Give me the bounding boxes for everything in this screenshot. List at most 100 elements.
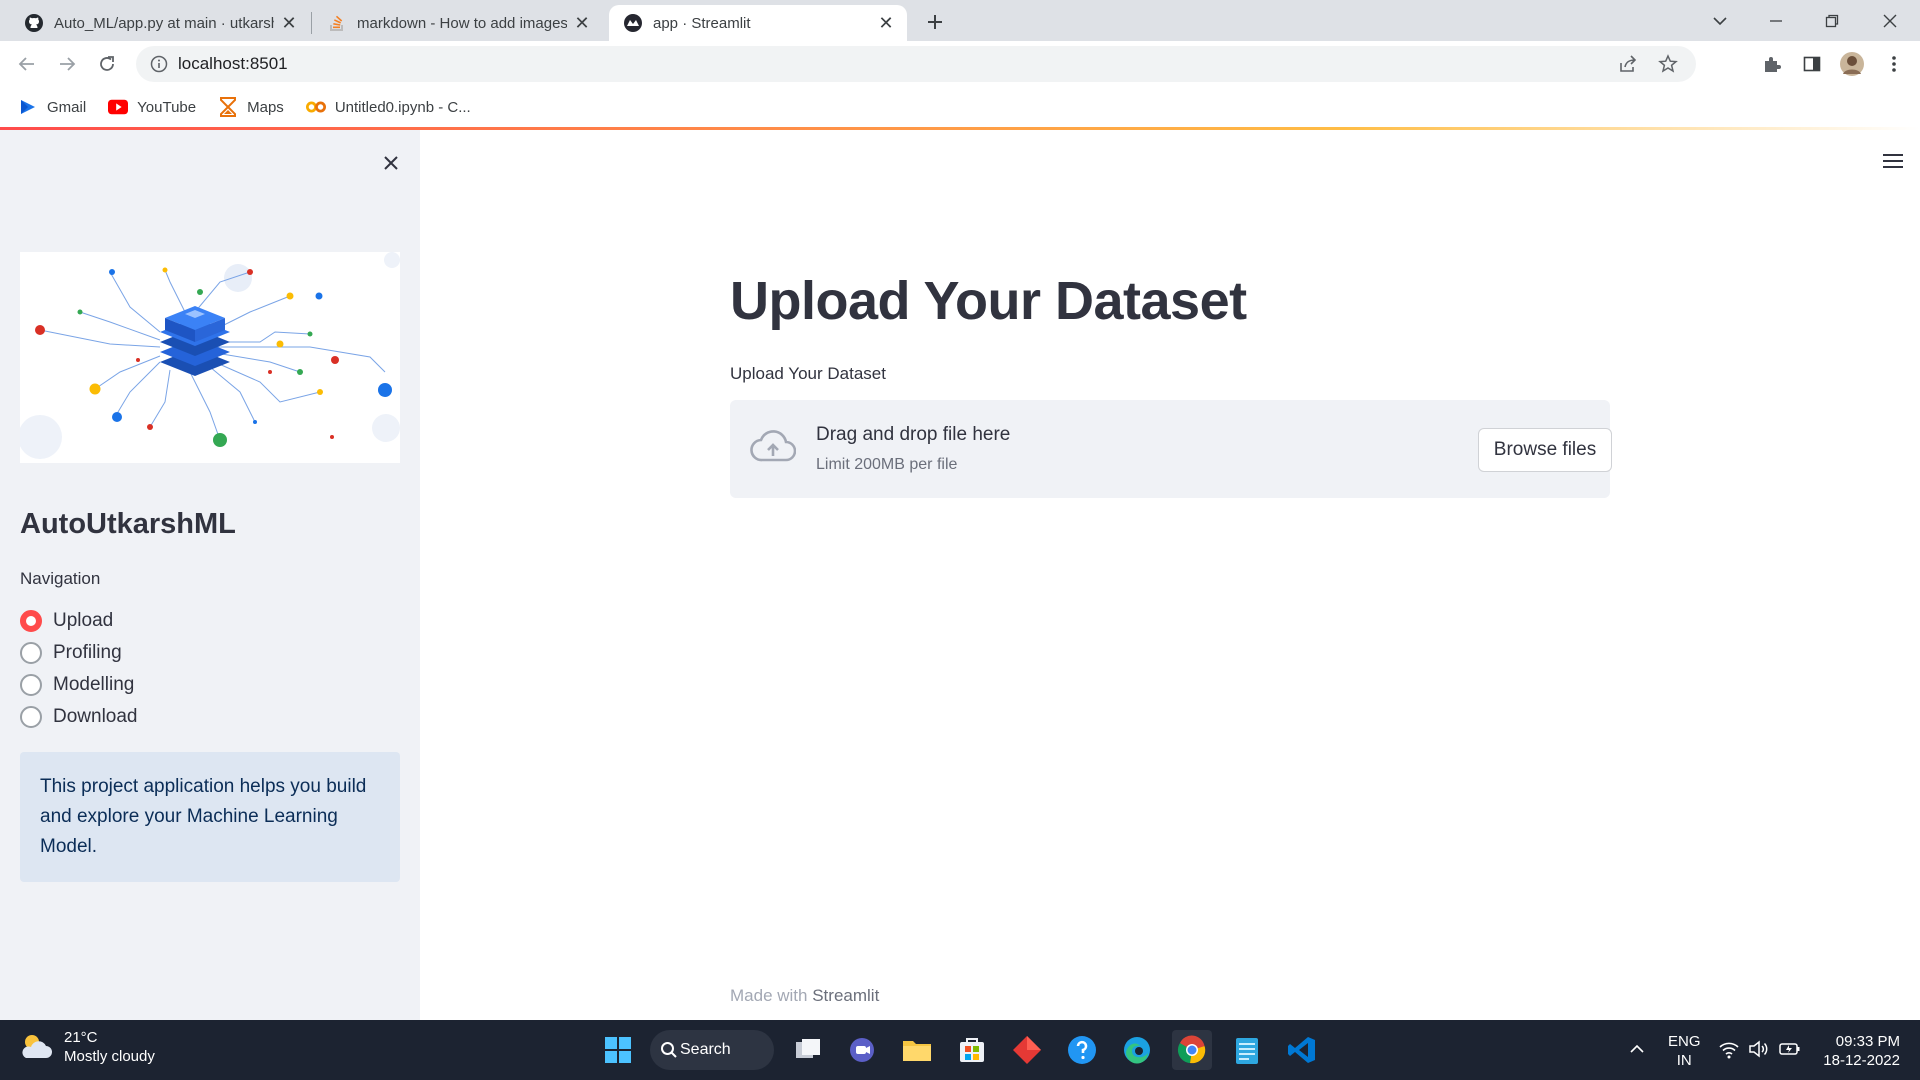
region-code: IN: [1676, 1052, 1692, 1069]
close-tab-icon[interactable]: ✕: [280, 14, 298, 32]
arrow-right-icon: [60, 57, 76, 71]
language-code: ENG: [1668, 1033, 1701, 1050]
bookmark-gmail[interactable]: Gmail: [18, 97, 86, 117]
footer: Made with Streamlit: [730, 986, 879, 1006]
tab-strip: Auto_ML/app.py at main · utkarsh ✕ markd…: [0, 0, 1920, 41]
microsoft-store-button[interactable]: [952, 1030, 992, 1070]
language-indicator[interactable]: ENG IN: [1668, 1032, 1701, 1070]
restore-icon: [1825, 14, 1839, 27]
bookmark-maps[interactable]: Maps: [218, 97, 284, 117]
address-bar[interactable]: localhost:8501: [136, 46, 1696, 82]
app-red-diamond-button[interactable]: [1007, 1030, 1047, 1070]
radio-option-profiling[interactable]: Profiling: [20, 639, 122, 667]
restore-button[interactable]: [1804, 0, 1860, 41]
chevron-up-icon: [1630, 1044, 1644, 1053]
reload-icon: [100, 56, 114, 71]
folder-icon: [903, 1041, 931, 1061]
tab-title: markdown - How to add images: [357, 14, 567, 32]
info-icon[interactable]: [150, 55, 168, 73]
start-button[interactable]: [598, 1030, 638, 1070]
chat-icon: [850, 1038, 874, 1062]
date: 18-12-2022: [1823, 1052, 1900, 1069]
streamlit-link[interactable]: Streamlit: [812, 986, 879, 1005]
menu-button[interactable]: [1880, 50, 1908, 78]
new-tab-button[interactable]: [922, 9, 948, 35]
avatar-icon: [1840, 52, 1864, 76]
taskbar-search[interactable]: Search: [650, 1030, 774, 1070]
tab-title: Auto_ML/app.py at main · utkarsh: [54, 14, 274, 32]
radio-icon[interactable]: [20, 642, 42, 664]
chrome-button[interactable]: [1172, 1030, 1212, 1070]
side-panel-icon: [1803, 56, 1821, 72]
task-view-button[interactable]: [788, 1030, 828, 1070]
colab-icon: [305, 97, 326, 117]
tab-stackoverflow[interactable]: markdown - How to add images ✕: [313, 5, 603, 41]
page-title: Upload Your Dataset: [730, 271, 1247, 331]
profile-avatar[interactable]: [1838, 50, 1866, 78]
edge-button[interactable]: [1117, 1030, 1157, 1070]
extensions-button[interactable]: [1758, 50, 1786, 78]
star-icon[interactable]: [1658, 54, 1678, 74]
get-help-button[interactable]: [1062, 1030, 1102, 1070]
minimize-button[interactable]: [1748, 0, 1804, 41]
app-menu-button[interactable]: [1878, 148, 1908, 174]
bookmark-label: Untitled0.ipynb - C...: [334, 98, 471, 116]
stackoverflow-icon: [327, 13, 347, 33]
battery-icon[interactable]: [1779, 1040, 1801, 1058]
chrome-icon: [1177, 1035, 1206, 1064]
volume-icon[interactable]: [1748, 1039, 1770, 1059]
clock[interactable]: 09:33 PM 18-12-2022: [1822, 1032, 1900, 1070]
share-icon[interactable]: [1618, 54, 1638, 74]
radio-label: Download: [53, 706, 138, 727]
notepad-button[interactable]: [1227, 1030, 1267, 1070]
close-tab-icon[interactable]: ✕: [573, 14, 591, 32]
side-panel-button[interactable]: [1798, 50, 1826, 78]
browse-files-button[interactable]: Browse files: [1478, 428, 1612, 472]
bookmark-label: YouTube: [137, 98, 197, 116]
close-icon: [384, 156, 398, 170]
url-text[interactable]: localhost:8501: [178, 54, 288, 74]
edge-icon: [1124, 1037, 1150, 1064]
weather-condition: Mostly cloudy: [64, 1048, 155, 1065]
collapse-sidebar-button[interactable]: [378, 150, 404, 176]
weather-widget[interactable]: 21°C Mostly cloudy: [20, 1028, 155, 1066]
forward-button[interactable]: [53, 50, 81, 78]
close-tab-icon[interactable]: ✕: [877, 14, 895, 32]
vscode-button[interactable]: [1282, 1030, 1322, 1070]
radio-selected-icon[interactable]: [20, 610, 42, 632]
chevron-down-icon: [1713, 16, 1727, 25]
streamlit-icon: [623, 13, 643, 33]
close-window-button[interactable]: [1862, 0, 1918, 41]
main-content: Upload Your Dataset Upload Your Dataset …: [420, 130, 1920, 1020]
radio-icon[interactable]: [20, 706, 42, 728]
reload-button[interactable]: [93, 50, 121, 78]
file-explorer-button[interactable]: [897, 1030, 937, 1070]
tab-streamlit[interactable]: app · Streamlit ✕: [609, 5, 907, 41]
ai-chip-illustration: [20, 252, 400, 463]
show-hidden-icons-button[interactable]: [1628, 1040, 1646, 1058]
teams-chat-button[interactable]: [842, 1030, 882, 1070]
windows-icon: [605, 1037, 631, 1063]
github-icon: [24, 13, 44, 33]
store-icon: [960, 1038, 984, 1062]
file-uploader-label: Upload Your Dataset: [730, 364, 886, 383]
tab-github[interactable]: Auto_ML/app.py at main · utkarsh ✕: [10, 5, 310, 41]
vscode-icon: [1288, 1037, 1315, 1063]
radio-option-modelling[interactable]: Modelling: [20, 671, 134, 699]
radio-icon[interactable]: [20, 674, 42, 696]
radio-option-download[interactable]: Download: [20, 703, 138, 731]
dropzone-instructions: Drag and drop file here: [816, 424, 1011, 445]
file-dropzone[interactable]: Drag and drop file here Limit 200MB per …: [730, 400, 1612, 498]
tab-search-button[interactable]: [1692, 0, 1748, 41]
kebab-menu-icon: [1892, 56, 1896, 72]
sidebar-illustration: [20, 252, 400, 463]
bookmark-youtube[interactable]: YouTube: [108, 97, 196, 117]
back-button[interactable]: [13, 50, 41, 78]
radio-option-upload[interactable]: Upload: [20, 607, 113, 635]
cloud-upload-icon: [750, 430, 796, 464]
info-box: This project application helps you build…: [20, 752, 400, 882]
wifi-icon[interactable]: [1718, 1039, 1740, 1059]
radio-label: Upload: [53, 610, 114, 631]
cloudy-weather-icon: [20, 1031, 54, 1063]
bookmark-colab[interactable]: Untitled0.ipynb - C...: [305, 97, 471, 117]
